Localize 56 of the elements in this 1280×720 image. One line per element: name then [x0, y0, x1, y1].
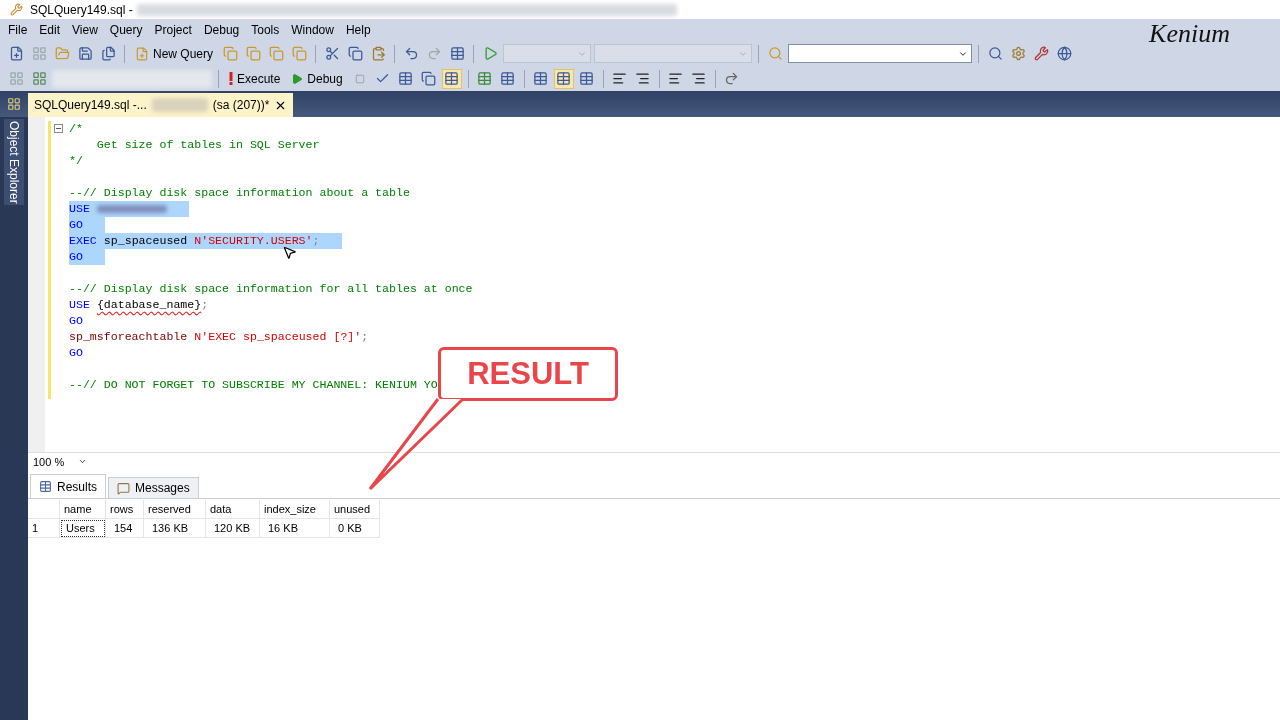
row-number: 1 — [28, 519, 60, 538]
table-cell: 120 KB — [206, 519, 260, 538]
code-line: */ — [69, 153, 83, 169]
result-tab[interactable]: Results — [30, 474, 106, 498]
result-tab[interactable]: Messages — [108, 477, 199, 498]
column-header: data — [206, 500, 260, 519]
column-header: unused — [330, 500, 380, 519]
menu-item[interactable]: Edit — [33, 23, 67, 37]
table-icon[interactable] — [441, 68, 462, 89]
code-line: --// Display disk space information for all tables at once — [69, 281, 473, 297]
debug-button[interactable]: Debug — [287, 68, 347, 89]
new-file-icon — [135, 46, 149, 61]
menu-item[interactable]: Project — [148, 23, 198, 37]
code-line: GO — [69, 345, 83, 361]
table-cell: 136 KB — [144, 519, 206, 538]
table-icon[interactable] — [553, 68, 574, 89]
column-header: name — [60, 500, 106, 519]
side-tab[interactable]: Object Explorer — [4, 119, 24, 205]
table-cell: 0 KB — [330, 519, 380, 538]
blurred-name — [96, 205, 167, 213]
message-icon — [117, 481, 130, 495]
menu-item[interactable]: File — [2, 23, 34, 37]
column-header: index_size — [260, 500, 330, 519]
menu-item[interactable]: Debug — [197, 23, 246, 37]
menu-item[interactable]: Window — [285, 23, 340, 37]
table-cell: Users — [60, 519, 106, 538]
menu-item[interactable]: Tools — [245, 23, 286, 37]
document-tab[interactable]: SQLQuery149.sql -... (sa (207))* — [28, 93, 294, 117]
find-dropdown[interactable] — [788, 44, 973, 63]
menu-item[interactable]: View — [66, 23, 104, 37]
corner-cell — [28, 500, 60, 519]
code-line: --// Display disk space information about a table — [69, 185, 410, 201]
table-cell: 16 KB — [260, 519, 330, 538]
zoom-dropdown[interactable]: 100 % — [31, 455, 90, 468]
mouse-pointer-icon — [282, 245, 297, 260]
menu-item[interactable]: Query — [103, 23, 149, 37]
code-line: /* — [69, 121, 83, 137]
blurred-server-name — [151, 98, 208, 112]
code-line: Get size of tables in SQL Server — [95, 137, 320, 153]
exclamation-icon — [229, 72, 233, 85]
grid-icon — [39, 480, 52, 493]
column-header: reserved — [144, 500, 206, 519]
execute-button[interactable]: Execute — [225, 68, 285, 89]
callout: RESULT — [438, 347, 618, 401]
code-line: GO — [69, 313, 83, 329]
new-query-button[interactable]: New Query — [131, 43, 218, 64]
code-line: sp_msforeachtable N'EXEC sp_spaceused [?]'; — [69, 329, 369, 345]
logo: Kenium — [1149, 19, 1230, 49]
play-icon — [291, 72, 304, 85]
code-line: --// DO NOT FORGET TO SUBSCRIBE MY CHANNEL: KENIUM YO — [69, 377, 438, 393]
code-line: USE {database_name}; — [69, 297, 209, 313]
table-cell: 154 — [106, 519, 144, 538]
column-header: rows — [106, 500, 144, 519]
window-title: SQLQuery149.sql - — [30, 2, 133, 17]
collapse-icon[interactable] — [54, 124, 63, 133]
menu-item[interactable]: Help — [339, 23, 377, 37]
